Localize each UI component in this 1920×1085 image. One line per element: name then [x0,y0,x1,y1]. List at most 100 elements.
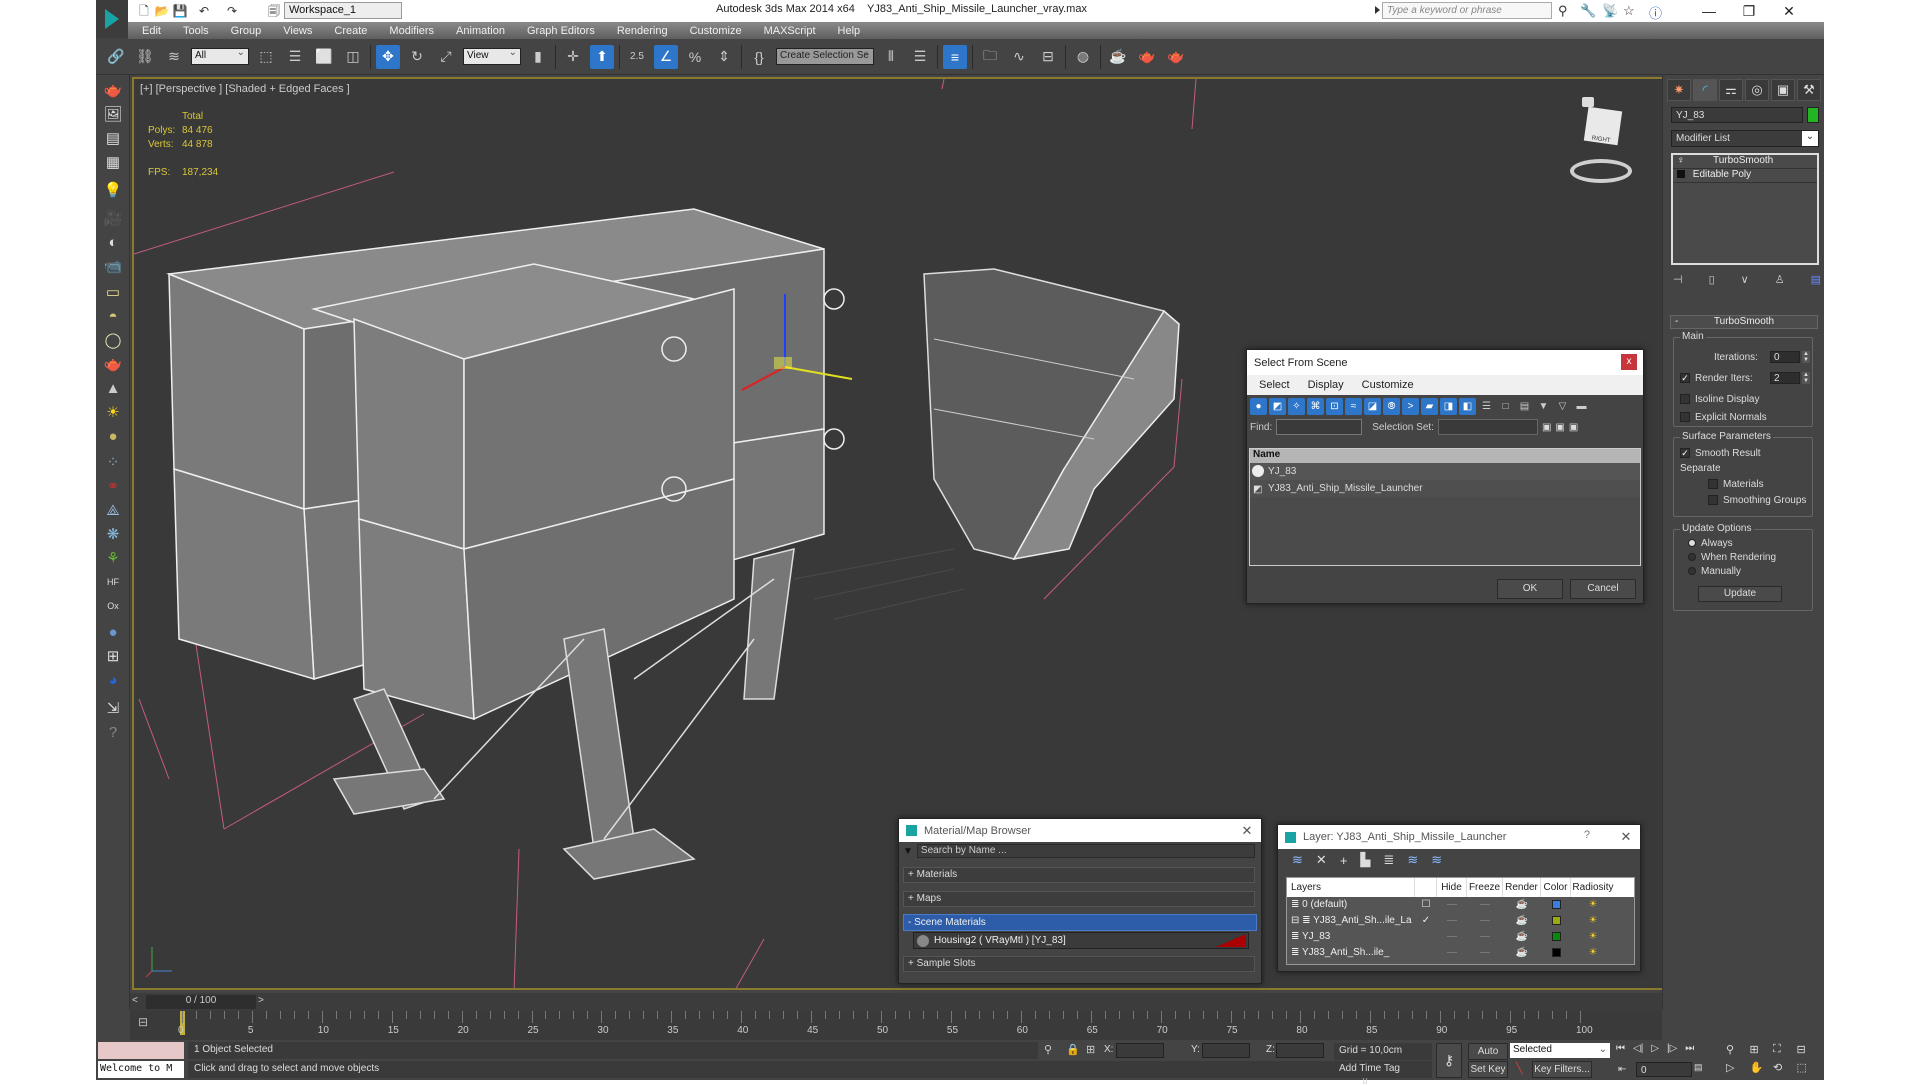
scene-explorer-icon[interactable]: 🗀 [978,45,1002,69]
snaps-toggle-icon[interactable]: 2.5 [625,45,649,69]
rendered-frame-window-icon[interactable]: 🫖 [1135,45,1159,69]
menu-views[interactable]: Views [283,25,312,37]
search-expand-icon[interactable] [1375,6,1380,14]
highlight-selected-layers-icon[interactable]: ≣ [1383,852,1394,868]
display-containers-icon[interactable]: ▰ [1421,397,1438,415]
separate-materials-checkbox[interactable] [1708,479,1718,490]
open-file-icon[interactable]: 📂 [154,3,170,19]
layer-row[interactable]: ≣ YJ_83— — ☕ ☀ [1287,929,1634,945]
field-of-view-icon[interactable]: ▷ [1726,1061,1750,1079]
layer-row[interactable]: ≣ 0 (default) ☐ — — ☕ ☀ [1287,897,1634,913]
set-key-button[interactable]: Set Key [1468,1061,1508,1078]
menu-help[interactable]: Help [838,25,861,37]
object-name-field[interactable]: YJ_83 [1671,107,1803,123]
camera-icon[interactable]: 🎥 [101,207,125,229]
plane-light-icon[interactable]: ▭ [101,281,125,303]
iterations-spinner-arrows[interactable]: ▲ ▼ [1802,351,1810,363]
light-lister-icon[interactable]: 💡 [101,179,125,201]
hair-fur-icon[interactable]: HF [101,571,125,593]
update-button[interactable]: Update [1698,586,1782,602]
current-layer-toggle[interactable]: ☐ [1415,897,1437,913]
pivot-center-icon[interactable]: ▮ [526,45,550,69]
time-slider[interactable]: < 0 / 100 > [130,993,1662,1011]
delete-layer-icon[interactable]: ✕ [1316,852,1327,868]
sun-icon[interactable]: ☀ [101,401,125,423]
align-icon[interactable]: ☰ [908,45,932,69]
layer-color-swatch[interactable] [1541,929,1571,945]
group-sample-slots[interactable]: + Sample Slots [903,956,1255,972]
teapot-icon[interactable]: 🫖 [101,79,125,101]
menu-select[interactable]: Select [1259,379,1290,391]
help-circle-icon[interactable]: ? [101,721,125,743]
group-scene-materials[interactable]: - Scene Materials [903,914,1257,931]
maxscript-mini-listener-pink[interactable] [98,1042,184,1059]
select-objects-in-layer-icon[interactable]: ▙ [1360,852,1370,868]
render-toggle[interactable]: ☕ [1503,929,1541,945]
display-hidden-icon[interactable]: ◧ [1459,397,1476,415]
new-file-icon[interactable]: 🗋 [136,3,152,19]
reference-coordinate-dropdown[interactable]: View [463,47,521,65]
freeze-unfreeze-all-icon[interactable]: ≋ [1431,852,1442,868]
find-input[interactable] [1276,419,1363,435]
hide-unhide-all-icon[interactable]: ≋ [1407,852,1418,868]
menu-create[interactable]: Create [334,25,367,37]
column-color[interactable]: Color [1541,878,1571,897]
layer-manager-icon[interactable]: ≡ [943,44,967,69]
isolate-selection-icon[interactable]: ⚲ [1044,1043,1052,1056]
display-frozen-icon[interactable]: ◨ [1440,397,1457,415]
explicit-normals-checkbox[interactable] [1680,412,1690,423]
fur-icon[interactable]: ❋ [101,523,125,545]
select-and-rotate-icon[interactable]: ↻ [405,45,429,69]
manipulate-icon[interactable]: ✛ [561,45,585,69]
layer-name[interactable]: ≣ 0 (default) [1287,897,1415,913]
select-and-scale-icon[interactable]: ⤢ [434,45,458,69]
binoculars-icon[interactable]: ⚲ [1558,3,1568,19]
browser-options-icon[interactable]: ▼ [903,846,913,857]
key-mode-dropdown[interactable]: Selected ⌄ [1510,1043,1610,1058]
configure-modifier-sets-icon[interactable]: ▤ [1811,273,1821,287]
ies-light-icon[interactable]: 🫖 [101,353,125,375]
explicit-normals-toggle[interactable]: Explicit Normals [1680,412,1767,423]
column-layers[interactable]: Layers [1287,878,1415,897]
ok-button[interactable]: OK [1497,579,1563,599]
render-toggle[interactable]: ☕ [1503,913,1541,929]
object-color-swatch[interactable] [1807,107,1819,123]
project-folder-icon[interactable]: 🗐 [266,3,282,19]
redo-icon[interactable]: ↷ [224,3,240,19]
display-helpers-icon[interactable]: ⊡ [1326,397,1343,415]
columns-icon[interactable]: ▬ [1573,398,1590,415]
orbit-icon[interactable]: ⟲ [1773,1061,1797,1079]
menu-customize[interactable]: Customize [1362,379,1414,391]
help-icon[interactable]: ⓘ [1649,3,1662,22]
key-mode-toggle-icon[interactable]: ⇤ [1618,1064,1626,1075]
render-frame-icon[interactable]: 🖼 [101,103,125,125]
freeze-toggle[interactable]: — [1467,897,1503,913]
current-layer-toggle[interactable] [1415,929,1437,945]
display-lights-icon[interactable]: ✧ [1288,397,1305,415]
pyramid-frame-icon[interactable]: ⟁ [101,499,125,521]
absolute-mode-icon[interactable]: ⊞ [1086,1043,1095,1056]
column-hide[interactable]: Hide [1437,878,1467,897]
cone-light-icon[interactable]: ▲ [101,377,125,399]
angle-snap-icon[interactable]: ∠ [654,44,678,69]
z-coordinate-field[interactable] [1276,1043,1324,1058]
column-render[interactable]: Render [1503,878,1541,897]
isoline-display-checkbox[interactable] [1680,394,1690,405]
separate-smoothing-groups-checkbox[interactable] [1708,495,1718,506]
layer-name[interactable]: ≣ YJ83_Anti_Sh...ile_ [1287,945,1415,961]
display-none-icon[interactable]: □ [1497,398,1514,415]
update-manually-radio[interactable]: Manually [1688,566,1741,577]
menu-display[interactable]: Display [1308,379,1344,391]
keyboard-shortcut-override-icon[interactable]: ⬆ [590,44,614,69]
curve-editor-mini-icon[interactable]: ⊟ [138,1015,148,1029]
make-unique-icon[interactable]: ∨ [1741,273,1749,287]
selection-set-dropdown[interactable] [1437,419,1538,435]
named-selection-set-dropdown[interactable]: Create Selection Se [776,47,874,65]
window-crossing-icon[interactable]: ◫ [341,45,365,69]
set-key-big-button[interactable]: ⚷ [1436,1043,1462,1078]
expand-icon[interactable] [1677,170,1685,179]
turbosmooth-rollout-header[interactable]: - TurboSmooth [1670,315,1818,329]
modify-tab[interactable]: ◜ [1693,79,1717,101]
search-by-name-input[interactable]: Search by Name ... [916,844,1255,858]
separate-smoothing-groups-toggle[interactable]: Smoothing Groups [1708,495,1806,506]
